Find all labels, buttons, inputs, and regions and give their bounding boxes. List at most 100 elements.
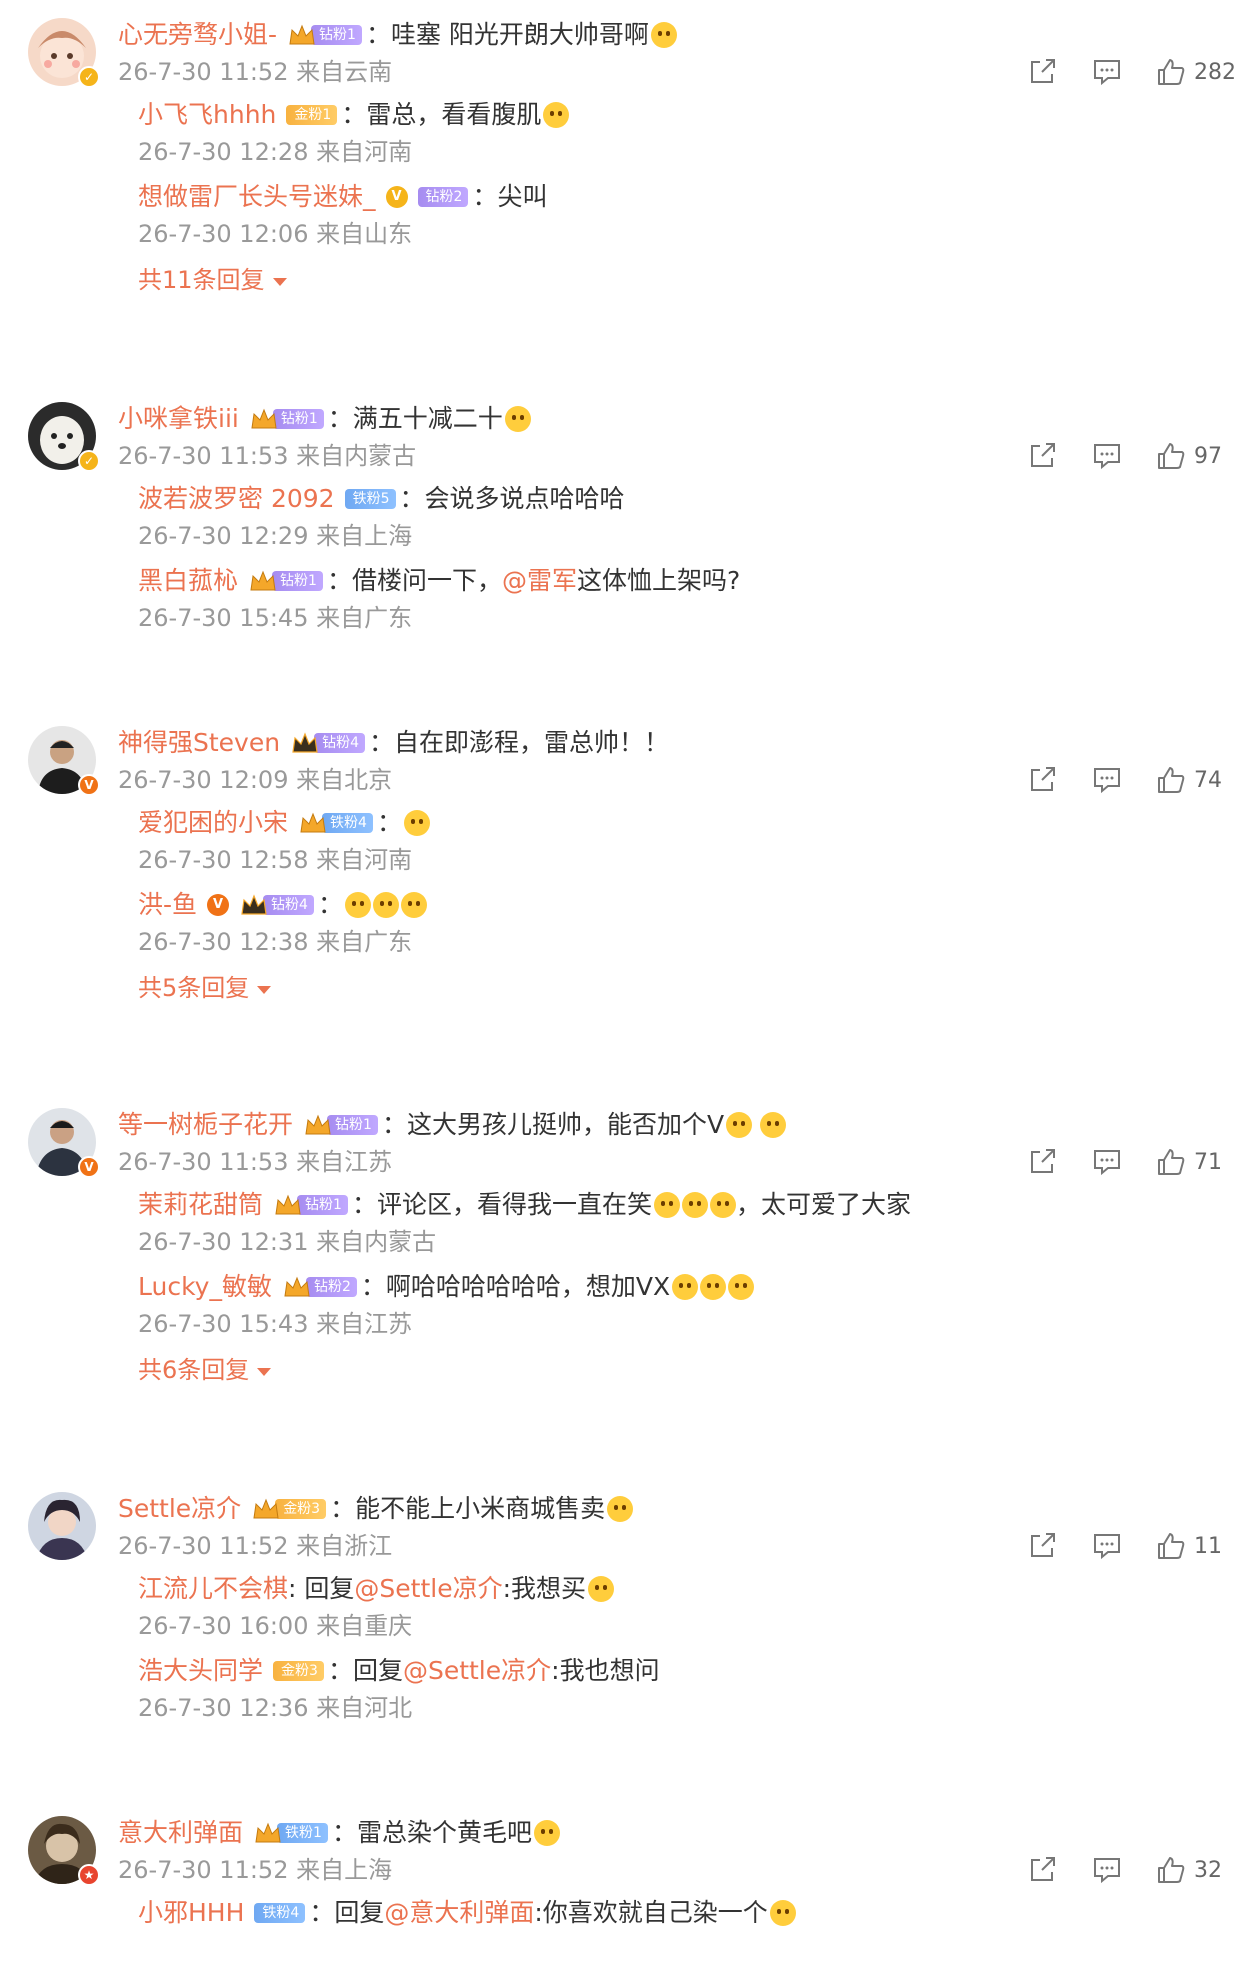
- emoji-icon: [700, 1274, 727, 1300]
- verified-badge-icon: V: [207, 894, 230, 916]
- reply-line: 洪-鱼 V 钻粉4 ：: [138, 888, 427, 922]
- username[interactable]: 意大利弹面: [118, 1816, 243, 1850]
- view-more-replies-link[interactable]: 共5条回复: [138, 972, 272, 1004]
- like-button[interactable]: [1154, 1530, 1188, 1562]
- avatar[interactable]: ✓: [28, 402, 100, 472]
- comment-button[interactable]: [1090, 1854, 1124, 1886]
- mention-link[interactable]: @Settle凉介: [354, 1572, 502, 1606]
- avatar[interactable]: ✓: [28, 18, 100, 88]
- username[interactable]: 小咪拿铁iii: [118, 402, 239, 436]
- username[interactable]: 江流儿不会棋: [138, 1572, 288, 1606]
- thumbs-up-icon: [1158, 767, 1185, 793]
- avatar[interactable]: ★: [28, 1816, 100, 1886]
- reply-text: : 回复: [288, 1574, 355, 1603]
- comment-text: ：雷总染个黄毛吧: [331, 1818, 532, 1847]
- avatar[interactable]: V: [28, 726, 100, 796]
- verified-badge-icon: ✓: [78, 66, 100, 88]
- username[interactable]: 小飞飞hhhh: [138, 98, 276, 132]
- caret-down-icon: [257, 985, 272, 994]
- username[interactable]: 浩大头同学: [138, 1654, 263, 1688]
- caret-down-icon: [272, 277, 287, 286]
- timestamp-location: 26-7-30 12:06 来自山东: [138, 220, 413, 248]
- view-more-replies-link[interactable]: 共6条回复: [138, 1354, 272, 1386]
- username[interactable]: 茉莉花甜筒: [138, 1188, 263, 1222]
- timestamp-location: 26-7-30 12:31 来自内蒙古: [138, 1228, 437, 1256]
- timestamp-location: 26-7-30 11:52 来自云南: [118, 58, 393, 86]
- mention-link[interactable]: @雷军: [502, 564, 577, 598]
- crown-icon: [300, 812, 326, 833]
- like-count: 97: [1194, 443, 1222, 469]
- comment-line: 心无旁骛小姐- 钻粉1 ：哇塞 阳光开朗大帅哥啊: [118, 18, 677, 52]
- reply-line: 茉莉花甜筒 钻粉1 ：评论区，看得我一直在笑 ，太可爱了大家: [138, 1188, 911, 1222]
- like-button[interactable]: [1154, 1854, 1188, 1886]
- comment-button[interactable]: [1090, 440, 1124, 472]
- timestamp-location: 26-7-30 12:38 来自广东: [138, 928, 413, 956]
- crown-icon: [255, 1822, 281, 1843]
- like-button[interactable]: [1154, 56, 1188, 88]
- username[interactable]: 黑白菰杺: [138, 564, 238, 598]
- action-bar: 71: [1026, 1145, 1242, 1179]
- reply-line: 爱犯困的小宋 铁粉4 ：: [138, 806, 430, 840]
- comment-button[interactable]: [1090, 1146, 1124, 1178]
- avatar[interactable]: [28, 1492, 98, 1562]
- laugh-cry-emoji-icon: [681, 1192, 708, 1218]
- fan-badge: 钻粉1: [249, 406, 324, 432]
- username[interactable]: 小邪HHH: [138, 1896, 244, 1930]
- reply-text: :我也想问: [551, 1656, 660, 1685]
- fan-badge: 铁粉4: [298, 810, 373, 836]
- share-button[interactable]: [1026, 1854, 1060, 1886]
- crown-icon: [305, 1114, 331, 1135]
- emoji-icon: [543, 102, 570, 128]
- reply-text: ，太可爱了大家: [735, 1190, 911, 1219]
- share-button[interactable]: [1026, 1146, 1060, 1178]
- reply-line: 江流儿不会棋 : 回复 @Settle凉介 :我想买: [138, 1572, 615, 1606]
- like-count: 32: [1194, 1857, 1222, 1883]
- share-button[interactable]: [1026, 764, 1060, 796]
- sunglasses-emoji-icon: [344, 892, 371, 918]
- reply-text: :你喜欢就自己染一个: [534, 1898, 768, 1927]
- comment-button[interactable]: [1090, 764, 1124, 796]
- share-button[interactable]: [1026, 440, 1060, 472]
- verified-badge-icon: ★: [78, 1864, 100, 1886]
- view-more-replies-link[interactable]: 共11条回复: [138, 264, 287, 296]
- thumbs-up-icon: [1158, 1149, 1185, 1175]
- comment-button[interactable]: [1090, 1530, 1124, 1562]
- reply-text: ：借楼问一下，: [326, 566, 502, 595]
- fan-badge: 钻粉2: [417, 184, 469, 210]
- reply-line: 黑白菰杺 钻粉1 ：借楼问一下， @雷军 这体恤上架吗?: [138, 564, 740, 598]
- username[interactable]: 心无旁骛小姐-: [118, 18, 277, 52]
- reply-text: ：尖叫: [472, 182, 548, 211]
- fan-badge: 铁粉5: [344, 486, 396, 512]
- like-button[interactable]: [1154, 440, 1188, 472]
- username[interactable]: 等一树栀子花开: [118, 1108, 293, 1142]
- thumbs-up-icon: [1158, 1857, 1185, 1883]
- comment-line: 意大利弹面 铁粉1 ：雷总染个黄毛吧: [118, 1816, 560, 1850]
- reply-line: 想做雷厂长头号迷妹_ V 钻粉2 ：尖叫: [138, 180, 547, 214]
- comment-button[interactable]: [1090, 56, 1124, 88]
- username[interactable]: Settle凉介: [118, 1492, 241, 1526]
- reply-text: ：啊哈哈哈哈哈哈，想加VX: [360, 1272, 671, 1301]
- avatar[interactable]: V: [28, 1108, 100, 1178]
- username[interactable]: 想做雷厂长头号迷妹_: [138, 180, 376, 214]
- share-button[interactable]: [1026, 1530, 1060, 1562]
- mention-link[interactable]: @Settle凉介: [403, 1654, 551, 1688]
- timestamp-location: 26-7-30 11:52 来自浙江: [118, 1532, 393, 1560]
- mention-link[interactable]: @意大利弹面: [384, 1896, 534, 1930]
- emoji-icon: [504, 406, 531, 432]
- verified-badge-icon: ✓: [78, 450, 100, 472]
- like-count: 71: [1194, 1149, 1222, 1175]
- like-button[interactable]: [1154, 764, 1188, 796]
- like-button[interactable]: [1154, 1146, 1188, 1178]
- timestamp-location: 26-7-30 11:53 来自内蒙古: [118, 442, 417, 470]
- share-button[interactable]: [1026, 56, 1060, 88]
- action-bar: 282: [1026, 55, 1242, 89]
- share-icon: [1031, 767, 1055, 791]
- username[interactable]: 爱犯困的小宋: [138, 806, 288, 840]
- username[interactable]: 神得强Steven: [118, 726, 280, 760]
- fan-badge: 铁粉1: [253, 1820, 328, 1846]
- reply-text: ：会说多说点哈哈哈: [399, 484, 625, 513]
- username[interactable]: 洪-鱼: [138, 888, 197, 922]
- username[interactable]: Lucky_敏敏: [138, 1270, 272, 1304]
- username[interactable]: 波若波罗密 2092: [138, 482, 335, 516]
- timestamp-location: 26-7-30 12:36 来自河北: [138, 1694, 413, 1722]
